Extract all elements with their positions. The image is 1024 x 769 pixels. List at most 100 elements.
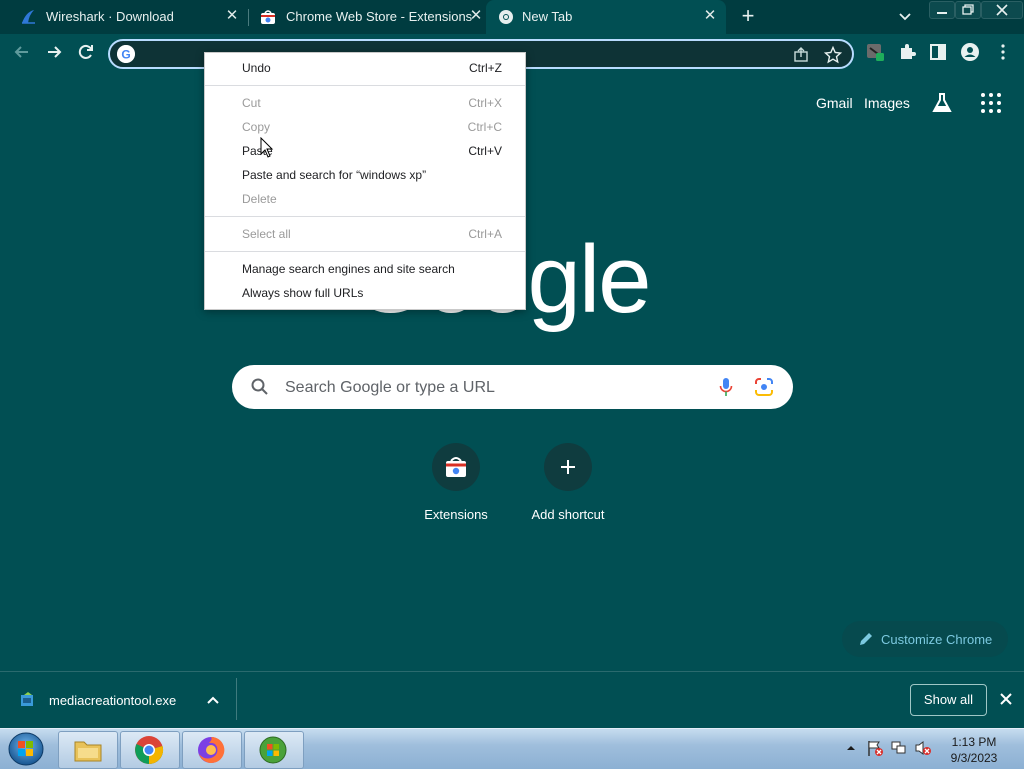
google-apps-grid-icon[interactable] — [980, 92, 1002, 114]
pencil-icon — [860, 633, 872, 645]
back-arrow-icon[interactable] — [12, 42, 32, 62]
menu-divider — [205, 216, 525, 217]
menu-item-label: Select all — [242, 227, 291, 241]
forward-arrow-icon[interactable] — [44, 42, 64, 62]
microphone-icon[interactable] — [718, 377, 734, 397]
extension-icon[interactable] — [865, 42, 885, 62]
tab-chrome-web-store[interactable]: Chrome Web Store - Extensions ✕ — [246, 0, 484, 34]
menu-item-shortcut: Ctrl+X — [468, 96, 502, 110]
wireshark-fin-icon — [22, 10, 35, 24]
menu-item-undo[interactable]: Undo Ctrl+Z — [205, 57, 525, 79]
tab-wireshark[interactable]: Wireshark · Download ✕ — [6, 0, 244, 34]
shortcut-extensions[interactable]: Extensions — [400, 443, 512, 533]
tab-close-icon[interactable]: ✕ — [702, 8, 718, 24]
side-panel-icon[interactable] — [928, 42, 948, 62]
volume-muted-icon[interactable] — [914, 739, 932, 757]
menu-item-label: Manage search engines and site search — [242, 262, 455, 276]
menu-item-label: Paste — [242, 144, 273, 158]
menu-divider — [205, 85, 525, 86]
tab-strip: Wireshark · Download ✕ Chrome Web Store … — [0, 0, 1024, 34]
menu-item-shortcut: Ctrl+A — [468, 227, 502, 241]
minimize-button[interactable] — [929, 1, 955, 19]
windows-start-button[interactable] — [4, 732, 48, 766]
tab-close-icon[interactable]: ✕ — [468, 8, 484, 24]
restore-button[interactable] — [955, 1, 981, 19]
google-g-icon: G — [117, 45, 135, 63]
shortcut-tile — [432, 443, 480, 491]
shortcut-tile — [544, 443, 592, 491]
new-tab-button[interactable]: + — [737, 5, 759, 28]
search-icon — [251, 378, 268, 395]
extensions-puzzle-icon[interactable] — [897, 42, 917, 62]
menu-item-label: Always show full URLs — [242, 286, 364, 300]
menu-item-delete[interactable]: Delete — [205, 188, 525, 210]
menu-item-label: Copy — [242, 120, 271, 134]
bookmark-star-icon[interactable] — [824, 46, 842, 64]
chrome-web-store-icon — [446, 457, 466, 477]
taskbar-app-windows-update[interactable] — [244, 731, 304, 769]
customize-chrome-button[interactable]: Customize Chrome — [842, 621, 1008, 657]
menu-item-shortcut: Ctrl+C — [467, 120, 502, 134]
menu-item-label: Paste and search for “windows xp” — [242, 168, 427, 182]
tab-title: Wireshark · Download — [46, 9, 174, 24]
windows-update-icon — [259, 736, 287, 764]
chevron-up-icon[interactable] — [205, 692, 221, 708]
shortcut-label: Add shortcut — [531, 507, 605, 522]
menu-divider — [205, 251, 525, 252]
taskbar-app-explorer[interactable] — [58, 731, 118, 769]
tray-expand-arrow-icon[interactable] — [846, 743, 856, 753]
tab-close-icon[interactable]: ✕ — [224, 8, 240, 24]
installer-file-icon — [21, 692, 33, 706]
menu-item-shortcut: Ctrl+Z — [469, 61, 502, 75]
tab-new-tab[interactable]: New Tab ✕ — [486, 0, 726, 34]
close-icon[interactable] — [998, 691, 1014, 707]
network-icon[interactable] — [890, 739, 908, 757]
menu-item-select-all[interactable]: Select all Ctrl+A — [205, 223, 525, 245]
menu-item-always-show-full-urls[interactable]: Always show full URLs — [205, 282, 525, 304]
firefox-icon — [198, 736, 225, 763]
svg-text:G: G — [121, 48, 130, 62]
clock-date[interactable]: 9/3/2023 — [945, 751, 1003, 765]
clock-time[interactable]: 1:13 PM — [949, 735, 999, 749]
gmail-link[interactable]: Gmail — [816, 95, 853, 111]
file-explorer-icon — [74, 741, 102, 762]
plus-icon — [561, 460, 575, 474]
images-link[interactable]: Images — [864, 95, 910, 111]
menu-item-label: Delete — [242, 192, 277, 206]
show-all-button[interactable]: Show all — [910, 684, 987, 716]
google-lens-icon[interactable] — [753, 376, 775, 398]
action-center-flag-icon[interactable] — [866, 739, 884, 757]
tab-search-chevron-icon[interactable] — [896, 8, 914, 26]
menu-item-shortcut: Ctrl+V — [468, 144, 502, 158]
more-menu-icon[interactable] — [993, 42, 1013, 62]
profile-avatar-icon[interactable] — [960, 42, 980, 62]
shortcut-add[interactable]: Add shortcut — [512, 443, 624, 533]
context-menu: Undo Ctrl+Z Cut Ctrl+X Copy Ctrl+C Paste… — [204, 52, 526, 310]
chrome-icon — [499, 10, 513, 24]
taskbar-app-chrome[interactable] — [120, 731, 180, 769]
chrome-web-store-icon — [261, 10, 275, 24]
tab-title: New Tab — [522, 9, 573, 24]
chrome-icon — [135, 736, 164, 765]
menu-item-copy[interactable]: Copy Ctrl+C — [205, 116, 525, 138]
menu-item-manage-search-engines[interactable]: Manage search engines and site search — [205, 258, 525, 280]
shortcut-label: Extensions — [424, 507, 488, 522]
share-icon[interactable] — [792, 46, 810, 64]
downloads-bar: mediacreationtool.exe Show all — [0, 671, 1024, 729]
tab-title: Chrome Web Store - Extensions — [286, 9, 473, 24]
download-file-name[interactable]: mediacreationtool.exe — [49, 693, 176, 708]
search-input[interactable] — [283, 375, 707, 401]
menu-item-cut[interactable]: Cut Ctrl+X — [205, 92, 525, 114]
download-divider — [236, 678, 237, 720]
search-box[interactable] — [232, 365, 793, 409]
menu-item-paste[interactable]: Paste Ctrl+V — [205, 140, 525, 162]
taskbar-app-firefox[interactable] — [182, 731, 242, 769]
customize-label: Customize Chrome — [881, 632, 993, 647]
menu-item-paste-and-search[interactable]: Paste and search for “windows xp” — [205, 164, 525, 186]
windows-taskbar: 1:13 PM 9/3/2023 — [0, 728, 1024, 769]
labs-flask-icon[interactable] — [930, 91, 954, 115]
reload-icon[interactable] — [76, 42, 96, 62]
menu-item-label: Cut — [242, 96, 261, 110]
window-close-button[interactable] — [981, 1, 1023, 19]
menu-item-label: Undo — [242, 61, 271, 75]
